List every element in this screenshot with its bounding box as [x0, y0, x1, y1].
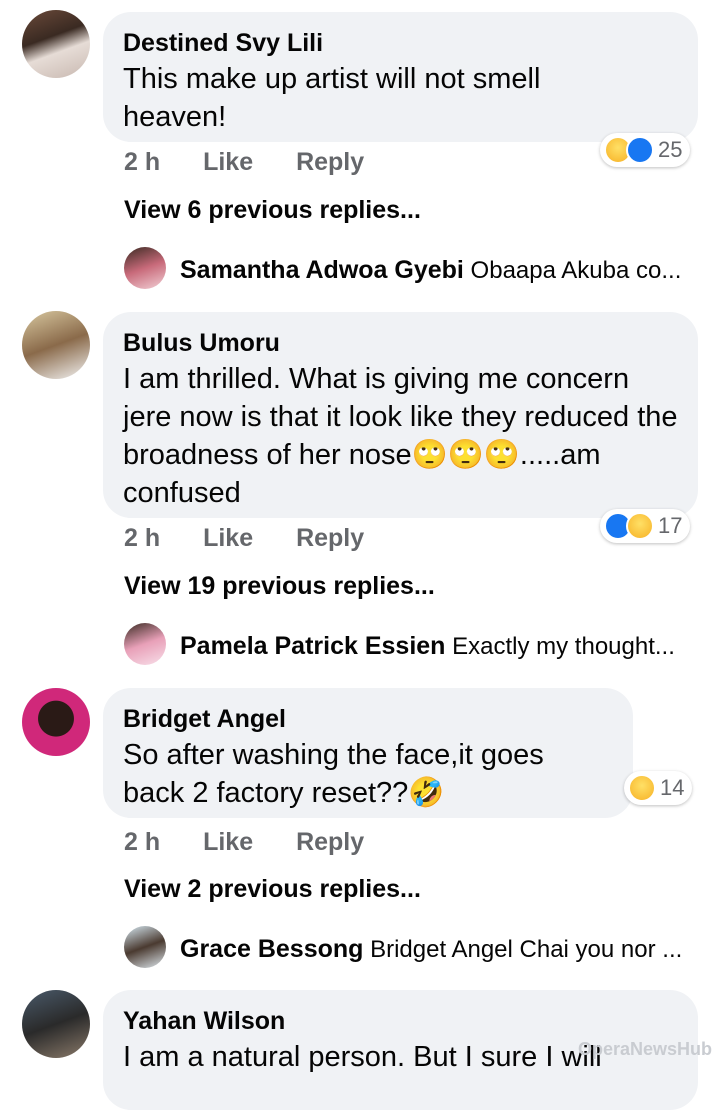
latest-reply[interactable]: Pamela Patrick Essien Exactly my thought… — [180, 632, 690, 661]
reply-author[interactable]: Samantha Adwoa Gyebi — [180, 256, 464, 284]
reply-text: Exactly my thought... — [452, 633, 675, 660]
comment-bubble: Destined Svy Lili This make up artist wi… — [103, 12, 698, 142]
reply-author[interactable]: Grace Bessong — [180, 935, 363, 963]
view-previous-replies[interactable]: View 6 previous replies... — [124, 196, 421, 225]
comment-time[interactable]: 2 h — [124, 828, 160, 857]
comment-author[interactable]: Bridget Angel — [123, 704, 613, 734]
reply-text: Obaapa Akuba co... — [470, 257, 682, 284]
like-icon — [626, 136, 654, 164]
comment-text: This make up artist will not smell heave… — [123, 63, 541, 133]
reply-button[interactable]: Reply — [296, 148, 364, 177]
latest-reply[interactable]: Grace Bessong Bridget Angel Chai you nor… — [180, 935, 690, 964]
latest-reply[interactable]: Samantha Adwoa Gyebi Obaapa Akuba co... — [180, 256, 690, 285]
reply-avatar[interactable] — [124, 247, 166, 289]
comment-time[interactable]: 2 h — [124, 148, 160, 177]
view-previous-replies[interactable]: View 2 previous replies... — [124, 875, 421, 904]
reply-avatar[interactable] — [124, 623, 166, 665]
comment-text: I am thrilled. What is giving me concern… — [123, 363, 678, 509]
comment-actions: 2 h Like Reply — [124, 148, 364, 177]
haha-icon — [628, 774, 656, 802]
reaction-summary[interactable]: 14 — [624, 771, 693, 805]
avatar[interactable] — [22, 688, 90, 756]
comment-bubble: Bridget Angel So after washing the face,… — [103, 688, 633, 818]
like-button[interactable]: Like — [203, 148, 253, 177]
comment-author[interactable]: Yahan Wilson — [123, 1006, 678, 1036]
avatar[interactable] — [22, 10, 90, 78]
reply-author[interactable]: Pamela Patrick Essien — [180, 632, 445, 660]
comment-time[interactable]: 2 h — [124, 524, 160, 553]
reply-avatar[interactable] — [124, 926, 166, 968]
view-previous-replies[interactable]: View 19 previous replies... — [124, 572, 435, 601]
comment-bubble: Bulus Umoru I am thrilled. What is givin… — [103, 312, 698, 518]
reaction-count: 14 — [660, 775, 685, 800]
reaction-summary[interactable]: 17 — [600, 509, 691, 543]
avatar[interactable] — [22, 990, 90, 1058]
watermark: OperaNewsHub — [577, 1039, 712, 1059]
reply-text: Bridget Angel Chai you nor ... — [370, 936, 683, 963]
comment-author[interactable]: Bulus Umoru — [123, 328, 678, 358]
like-button[interactable]: Like — [203, 828, 253, 857]
haha-icon — [626, 512, 654, 540]
comment-text: So after washing the face,it goes back 2… — [123, 739, 544, 809]
reply-button[interactable]: Reply — [296, 524, 364, 553]
avatar[interactable] — [22, 311, 90, 379]
comment-actions: 2 h Like Reply — [124, 524, 364, 553]
comment-author[interactable]: Destined Svy Lili — [123, 28, 678, 58]
comment-actions: 2 h Like Reply — [124, 828, 364, 857]
reaction-count: 17 — [658, 513, 683, 538]
like-button[interactable]: Like — [203, 524, 253, 553]
reply-button[interactable]: Reply — [296, 828, 364, 857]
reaction-summary[interactable]: 25 — [600, 133, 691, 167]
reaction-count: 25 — [658, 137, 683, 162]
